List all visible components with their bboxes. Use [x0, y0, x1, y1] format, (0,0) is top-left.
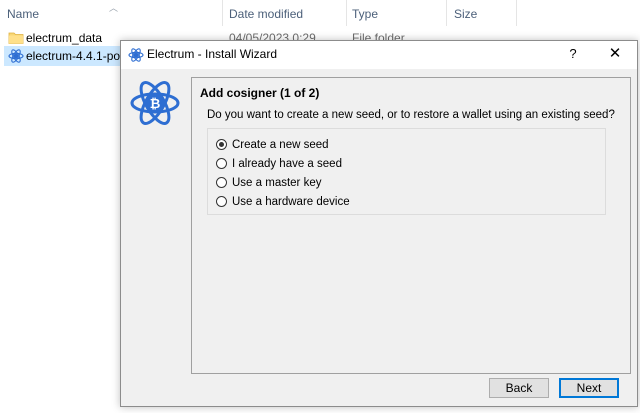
dialog-title: Electrum - Install Wizard	[147, 47, 278, 61]
list-item[interactable]: electrum_data	[4, 28, 122, 48]
column-divider[interactable]	[222, 0, 223, 26]
question-text: Do you want to create a new seed, or to …	[207, 109, 615, 121]
page-title: Add cosigner (1 of 2)	[200, 86, 320, 100]
option-label: I already have a seed	[232, 158, 342, 170]
column-header-size[interactable]: Size	[454, 0, 477, 28]
folder-icon	[8, 32, 24, 44]
column-header-name[interactable]: Name	[7, 0, 39, 28]
wizard-panel: Add cosigner (1 of 2) Do you want to cre…	[191, 77, 631, 374]
close-button[interactable]: ✕	[593, 41, 637, 67]
dialog-titlebar[interactable]: Electrum - Install Wizard ? ✕	[121, 41, 637, 69]
electrum-logo-icon: ₿	[130, 81, 180, 125]
install-wizard-dialog: Electrum - Install Wizard ? ✕ ₿ Add cosi…	[120, 40, 638, 407]
column-divider[interactable]	[446, 0, 447, 26]
next-button[interactable]: Next	[559, 378, 619, 398]
list-item-selected[interactable]: electrum-4.4.1-portable.exe	[4, 46, 173, 66]
column-header-type[interactable]: Type	[352, 0, 378, 28]
option-label: Use a hardware device	[232, 196, 350, 208]
column-divider[interactable]	[346, 0, 347, 26]
radio-button[interactable]	[216, 177, 227, 188]
help-button[interactable]: ?	[553, 41, 593, 67]
radio-button-checked[interactable]	[216, 139, 227, 150]
electrum-icon	[8, 49, 24, 63]
options-group: Create a new seed I already have a seed …	[207, 128, 606, 215]
radio-button[interactable]	[216, 158, 227, 169]
column-header-date[interactable]: Date modified	[229, 0, 303, 28]
sort-up-icon: ︿	[109, 3, 119, 13]
option-label: Use a master key	[232, 177, 322, 189]
file-name: electrum_data	[26, 31, 103, 45]
back-button[interactable]: Back	[489, 378, 549, 398]
electrum-icon	[128, 48, 144, 62]
svg-text:₿: ₿	[150, 97, 161, 112]
radio-button[interactable]	[216, 196, 227, 207]
option-label: Create a new seed	[232, 139, 329, 151]
column-divider[interactable]	[516, 0, 517, 26]
